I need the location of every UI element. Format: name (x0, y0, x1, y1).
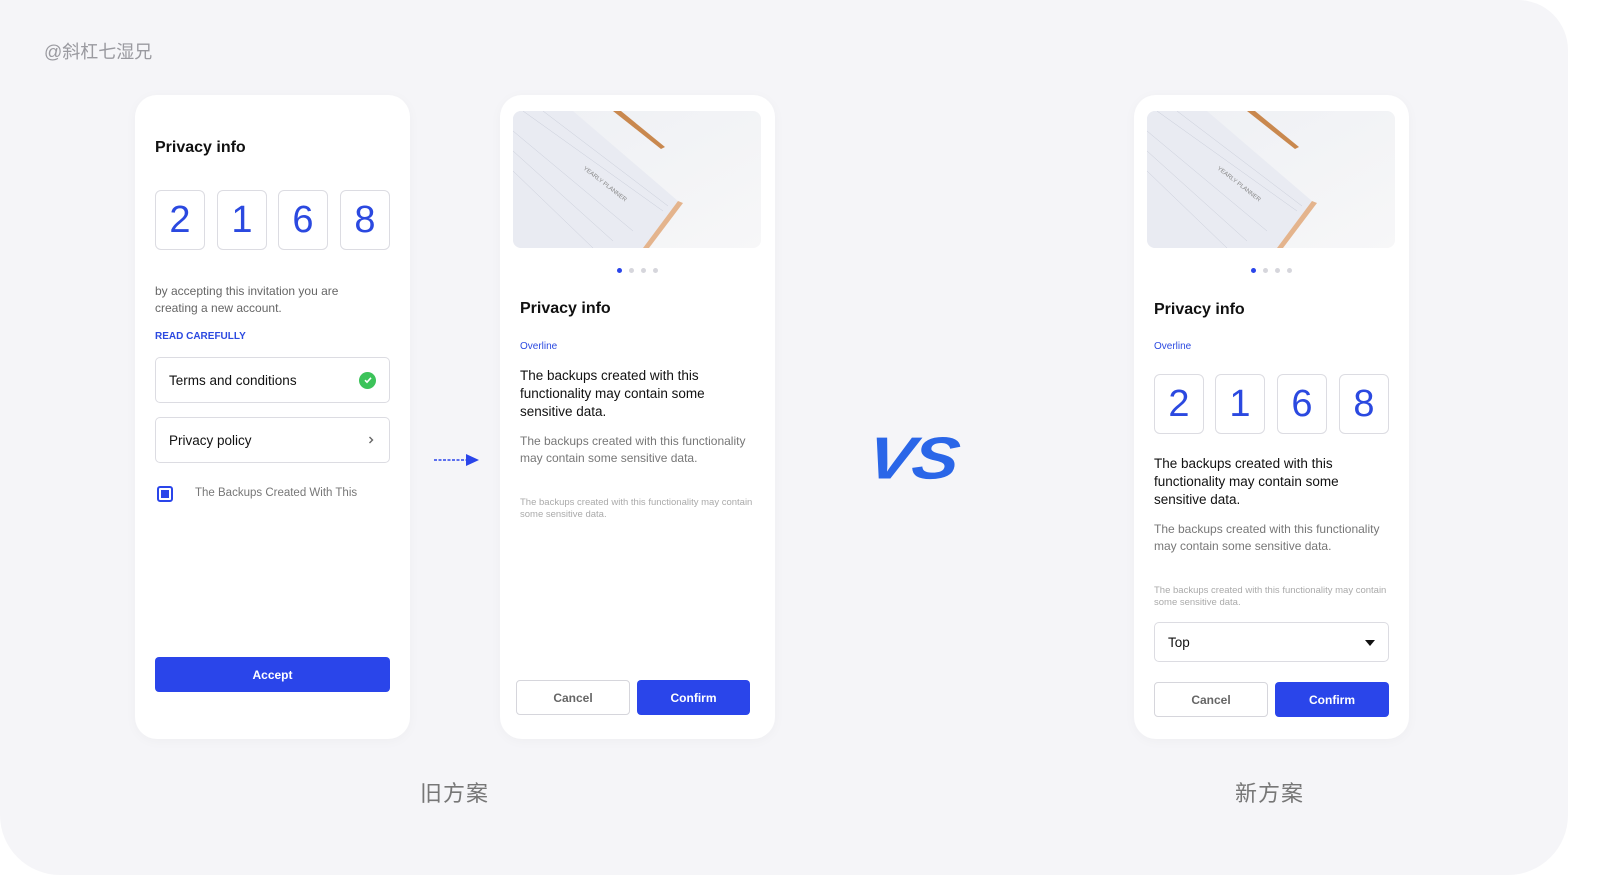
planner-photo: YEARLY PLANNER (513, 111, 761, 248)
planner-photo: YEARLY PLANNER (1147, 111, 1395, 248)
position-select[interactable]: Top (1154, 622, 1389, 662)
card-title: Privacy info (155, 139, 246, 156)
body-text: The backups created with this functional… (520, 434, 746, 465)
overline: Overline (1154, 341, 1192, 352)
code-digit[interactable]: 1 (1215, 374, 1265, 434)
description: by accepting this invitation you are cre… (155, 284, 339, 315)
code-digit[interactable]: 2 (1154, 374, 1204, 434)
arrow-right-icon (434, 454, 479, 466)
old-privacy-card: Privacy info 2 1 6 8 by accepting this i… (135, 95, 410, 739)
code-digit[interactable]: 8 (1339, 374, 1389, 434)
old-detail-card: YEARLY PLANNER Privacy info Overline The… (500, 95, 775, 739)
overline: Overline (520, 341, 558, 352)
card-title: Privacy info (520, 300, 611, 317)
checkbox-label: The Backups Created With This (195, 487, 358, 499)
caption-text: The backups created with this functional… (1154, 585, 1387, 608)
select-value: Top (1168, 634, 1190, 650)
backups-checkbox[interactable] (157, 486, 173, 502)
item-label: Privacy policy (169, 432, 252, 448)
vs-label: VS (863, 424, 963, 492)
card-title: Privacy info (1154, 301, 1245, 318)
code-digit[interactable]: 1 (217, 190, 267, 250)
caption-text: The backups created with this functional… (520, 497, 753, 520)
new-design-caption: 新方案 (1235, 781, 1305, 806)
cancel-button[interactable]: Cancel (1154, 682, 1268, 717)
accept-button[interactable]: Accept (155, 657, 390, 692)
caret-down-icon (1365, 635, 1375, 650)
carousel-dot-active[interactable] (1251, 268, 1256, 273)
item-label: Terms and conditions (169, 372, 297, 388)
old-design-caption: 旧方案 (420, 781, 490, 806)
code-digit[interactable]: 6 (1277, 374, 1327, 434)
confirm-button[interactable]: Confirm (637, 680, 750, 715)
check-circle-icon (359, 371, 376, 389)
body-strong: The backups created with this functional… (1154, 456, 1339, 507)
body-strong: The backups created with this functional… (520, 368, 705, 419)
carousel-dot[interactable] (653, 268, 658, 273)
carousel-dot[interactable] (629, 268, 634, 273)
new-detail-card: YEARLY PLANNER Privacy info Overline 2 1… (1134, 95, 1409, 739)
carousel-dot-active[interactable] (617, 268, 622, 273)
carousel-dot[interactable] (1287, 268, 1292, 273)
carousel-dot[interactable] (1275, 268, 1280, 273)
code-digit[interactable]: 8 (340, 190, 390, 250)
carousel-dot[interactable] (1263, 268, 1268, 273)
code-digit[interactable]: 2 (155, 190, 205, 250)
carousel-dot[interactable] (641, 268, 646, 273)
confirm-button[interactable]: Confirm (1275, 682, 1389, 717)
body-text: The backups created with this functional… (1154, 522, 1380, 553)
privacy-policy-item[interactable]: Privacy policy (155, 417, 390, 463)
terms-and-conditions-item[interactable]: Terms and conditions (155, 357, 390, 403)
cancel-button[interactable]: Cancel (516, 680, 630, 715)
section-label: READ CAREFULLY (155, 331, 246, 342)
code-digit[interactable]: 6 (278, 190, 328, 250)
watermark: @斜杠七湿兄 (44, 42, 153, 62)
chevron-right-icon (366, 433, 376, 448)
